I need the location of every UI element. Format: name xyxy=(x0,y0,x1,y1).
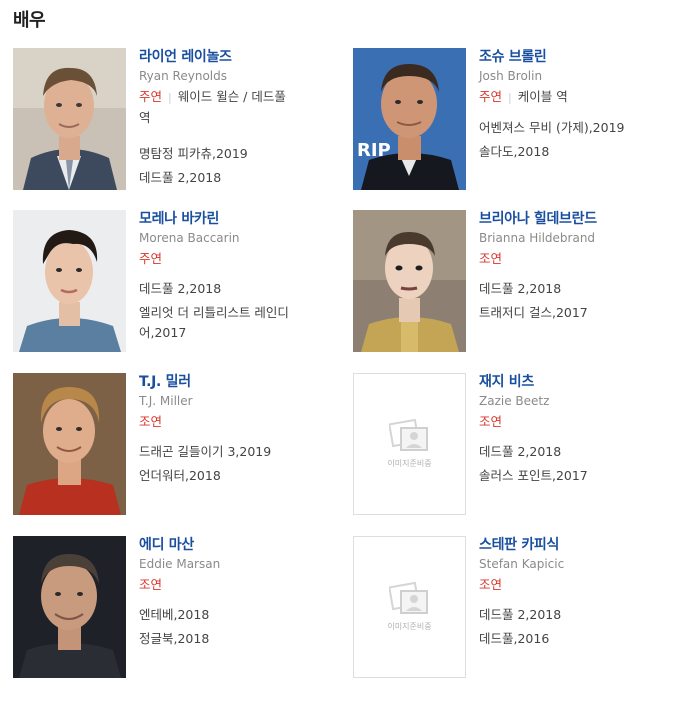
no-image-icon xyxy=(389,581,431,617)
actor-card: T.J. 밀러 T.J. Miller 조연 드래곤 길들이기 3,2019 언… xyxy=(13,373,343,518)
actor-card: 이미지준비중 스테판 카피식 Stefan Kapicic 조연 데드풀 2,2… xyxy=(353,536,683,681)
work-item[interactable]: 명탐정 피카츄,2019 xyxy=(139,142,339,166)
actor-role: 주연 | 케이블 역 xyxy=(479,87,679,108)
work-item[interactable]: 데드풀 2,2018 xyxy=(479,277,679,301)
character-suffix: 역 xyxy=(139,110,151,125)
actor-info: 스테판 카피식 Stefan Kapicic 조연 데드풀 2,2018 데드풀… xyxy=(479,536,679,651)
actor-info: T.J. 밀러 T.J. Miller 조연 드래곤 길들이기 3,2019 언… xyxy=(139,373,339,488)
actor-photo[interactable] xyxy=(353,210,466,352)
role-type: 주연 xyxy=(139,251,163,266)
actor-korean-name[interactable]: 모레나 바카린 xyxy=(139,210,339,228)
filmography: 드래곤 길들이기 3,2019 언더워터,2018 xyxy=(139,440,339,488)
work-item[interactable]: 데드풀 2,2018 xyxy=(139,277,339,301)
no-image-text: 이미지준비중 xyxy=(387,622,432,631)
actor-info: 조슈 브롤린 Josh Brolin 주연 | 케이블 역 어벤져스 무비 (가제)… xyxy=(479,48,679,164)
actor-card: 라이언 레이놀즈 Ryan Reynolds 주연 | 웨이드 윌슨 / 데드풀 역… xyxy=(13,48,343,193)
role-type: 조연 xyxy=(479,414,503,429)
no-image-icon xyxy=(389,418,431,454)
actor-card: 이미지준비중 재지 비츠 Zazie Beetz 조연 데드풀 2,2018 솔… xyxy=(353,373,683,518)
actor-card: RIP 조슈 브롤린 Josh Brolin 주연 | 케이블 역 어벤져스 무비 … xyxy=(353,48,683,193)
actor-role: 조연 xyxy=(479,249,679,269)
actor-photo[interactable] xyxy=(13,373,126,515)
actor-info: 브리아나 힐데브란드 Brianna Hildebrand 조연 데드풀 2,2… xyxy=(479,210,679,325)
actor-korean-name[interactable]: T.J. 밀러 xyxy=(139,373,339,391)
actor-info: 라이언 레이놀즈 Ryan Reynolds 주연 | 웨이드 윌슨 / 데드풀 역… xyxy=(139,48,339,190)
work-item[interactable]: 드래곤 길들이기 3,2019 xyxy=(139,440,339,464)
role-type: 주연 xyxy=(479,89,503,104)
role-type: 조연 xyxy=(479,577,503,592)
actor-photo-placeholder[interactable]: 이미지준비중 xyxy=(353,373,466,515)
actor-photo-placeholder[interactable]: 이미지준비중 xyxy=(353,536,466,678)
work-item[interactable]: 데드풀 2,2018 xyxy=(479,440,679,464)
filmography: 데드풀 2,2018 트래저디 걸스,2017 xyxy=(479,277,679,325)
work-item[interactable]: 데드풀 2,2018 xyxy=(139,166,339,190)
actor-info: 재지 비츠 Zazie Beetz 조연 데드풀 2,2018 솔러스 포인트,… xyxy=(479,373,679,488)
work-item[interactable]: 엔테베,2018 xyxy=(139,603,339,627)
actor-english-name: Ryan Reynolds xyxy=(139,69,227,83)
actor-role: 조연 xyxy=(139,575,339,595)
filmography: 엔테베,2018 정글북,2018 xyxy=(139,603,339,651)
actor-korean-name[interactable]: 라이언 레이놀즈 xyxy=(139,48,339,66)
actor-english-name: T.J. Miller xyxy=(139,394,193,408)
filmography: 데드풀 2,2018 솔러스 포인트,2017 xyxy=(479,440,679,488)
role-type: 조연 xyxy=(479,251,503,266)
work-item[interactable]: 정글북,2018 xyxy=(139,627,339,651)
role-type: 조연 xyxy=(139,577,163,592)
role-divider: | xyxy=(508,91,512,104)
work-item[interactable]: 어벤져스 무비 (가제),2019 xyxy=(479,116,679,140)
actor-english-name: Morena Baccarin xyxy=(139,231,240,245)
actor-korean-name[interactable]: 스테판 카피식 xyxy=(479,536,679,554)
actor-role: 조연 xyxy=(479,575,679,595)
actor-photo[interactable] xyxy=(13,536,126,678)
work-item[interactable]: 데드풀 2,2018 xyxy=(479,603,679,627)
actor-korean-name[interactable]: 브리아나 힐데브란드 xyxy=(479,210,679,228)
section-title: 배우 xyxy=(13,10,46,31)
work-item-line: 엘리엇 더 리틀리스트 레인디 xyxy=(139,305,289,320)
actor-card: 브리아나 힐데브란드 Brianna Hildebrand 조연 데드풀 2,2… xyxy=(353,210,683,355)
actor-role: 조연 xyxy=(479,412,679,432)
actor-korean-name[interactable]: 조슈 브롤린 xyxy=(479,48,679,66)
actor-info: 에디 마산 Eddie Marsan 조연 엔테베,2018 정글북,2018 xyxy=(139,536,339,651)
work-item[interactable]: 솔다도,2018 xyxy=(479,140,679,164)
role-type: 주연 xyxy=(139,89,163,104)
work-item-line: 어,2017 xyxy=(139,325,187,340)
actor-card: 모레나 바카린 Morena Baccarin 주연 데드풀 2,2018 엘리… xyxy=(13,210,343,355)
actor-english-name: Brianna Hildebrand xyxy=(479,231,596,245)
actor-english-name: Stefan Kapicic xyxy=(479,557,565,571)
work-item[interactable]: 트래저디 걸스,2017 xyxy=(479,301,679,325)
actor-english-name: Zazie Beetz xyxy=(479,394,550,408)
actor-photo[interactable] xyxy=(13,48,126,190)
work-item[interactable]: 엘리엇 더 리틀리스트 레인디어,2017 xyxy=(139,303,339,343)
filmography: 데드풀 2,2018 엘리엇 더 리틀리스트 레인디어,2017 xyxy=(139,277,339,343)
actor-card: 에디 마산 Eddie Marsan 조연 엔테베,2018 정글북,2018 xyxy=(13,536,343,681)
work-item[interactable]: 데드풀,2016 xyxy=(479,627,679,651)
character-name: 케이블 역 xyxy=(517,89,568,104)
filmography: 어벤져스 무비 (가제),2019 솔다도,2018 xyxy=(479,116,679,164)
filmography: 데드풀 2,2018 데드풀,2016 xyxy=(479,603,679,651)
actor-photo[interactable] xyxy=(13,210,126,352)
actor-korean-name[interactable]: 에디 마산 xyxy=(139,536,339,554)
role-type: 조연 xyxy=(139,414,163,429)
actor-role: 주연 | 웨이드 윌슨 / 데드풀 역 xyxy=(139,87,339,128)
actor-english-name: Josh Brolin xyxy=(479,69,543,83)
work-item[interactable]: 언더워터,2018 xyxy=(139,464,339,488)
actor-photo[interactable]: RIP xyxy=(353,48,466,190)
actor-info: 모레나 바카린 Morena Baccarin 주연 데드풀 2,2018 엘리… xyxy=(139,210,339,343)
actor-english-name: Eddie Marsan xyxy=(139,557,221,571)
character-name: 웨이드 윌슨 / 데드풀 xyxy=(177,89,286,104)
no-image-text: 이미지준비중 xyxy=(387,459,432,468)
work-item[interactable]: 솔러스 포인트,2017 xyxy=(479,464,679,488)
actor-role: 조연 xyxy=(139,412,339,432)
actor-role: 주연 xyxy=(139,249,339,269)
filmography: 명탐정 피카츄,2019 데드풀 2,2018 xyxy=(139,142,339,190)
role-divider: | xyxy=(168,91,172,104)
actor-korean-name[interactable]: 재지 비츠 xyxy=(479,373,679,391)
